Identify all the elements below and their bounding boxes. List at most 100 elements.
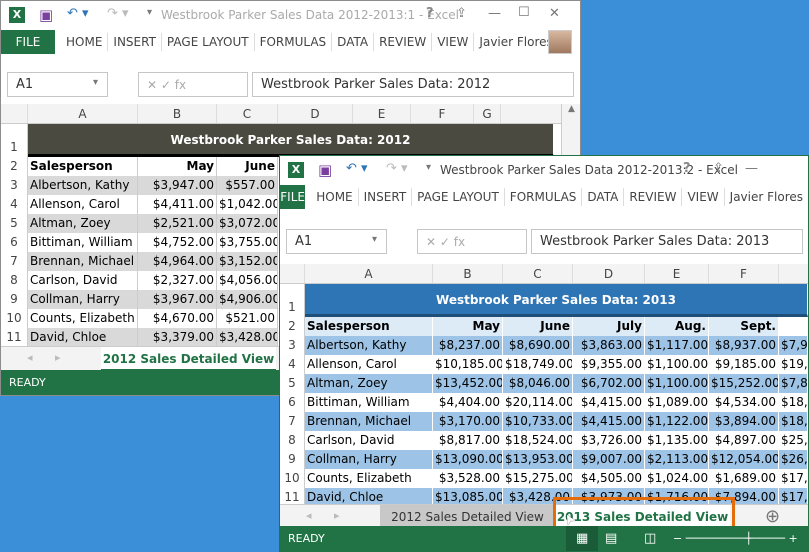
column-label[interactable]: Salesperson: [28, 157, 138, 176]
row-number[interactable]: 6: [280, 393, 305, 412]
cell-value[interactable]: Collman, Harry: [305, 450, 433, 469]
cell-value[interactable]: $13,085.00: [433, 488, 503, 504]
cell-value[interactable]: $10,185.00: [433, 355, 503, 374]
normal-view-icon[interactable]: ▦: [566, 526, 599, 551]
ribbon-tab-page-layout[interactable]: PAGE LAYOUT: [412, 188, 505, 206]
cell-value[interactable]: $1,024.00: [645, 469, 709, 488]
cell-value[interactable]: Altman, Zoey: [305, 374, 433, 393]
cell-value[interactable]: $1,100.00: [645, 355, 709, 374]
ribbon-tab-insert[interactable]: INSERT: [359, 188, 413, 206]
minimize-icon[interactable]: —: [745, 161, 758, 176]
cell-value[interactable]: $8,237.00: [433, 336, 503, 355]
add-sheet-icon[interactable]: ⊕: [765, 506, 780, 527]
row-number[interactable]: 6: [1, 233, 28, 252]
row-number[interactable]: 2: [280, 317, 305, 336]
ribbon-tab-formulas[interactable]: FORMULAS: [505, 188, 583, 206]
cell-value[interactable]: $1,689.00: [709, 469, 779, 488]
ribbon-tab-file[interactable]: FILE: [280, 185, 306, 209]
row-number[interactable]: 4: [280, 355, 305, 374]
save-icon[interactable]: ▣: [318, 161, 332, 179]
cell-value[interactable]: $4,415.00: [573, 393, 645, 412]
cell-value[interactable]: $26,9: [779, 450, 808, 469]
cell-value[interactable]: $557.00: [217, 176, 278, 195]
column-header-F[interactable]: F: [411, 104, 474, 123]
ribbon-tab-review[interactable]: REVIEW: [374, 33, 433, 51]
column-label[interactable]: Aug.: [645, 317, 709, 336]
row-number[interactable]: 2: [1, 157, 28, 176]
cell-value[interactable]: $4,415.00: [573, 412, 645, 431]
cell-value[interactable]: $1,122.00: [645, 412, 709, 431]
row-number[interactable]: 11: [1, 328, 28, 346]
cell-value[interactable]: $8,937.00: [709, 336, 779, 355]
row-number[interactable]: 1: [280, 284, 305, 317]
cell-value[interactable]: $13,953.00: [503, 450, 573, 469]
cell-value[interactable]: $1,135.00: [645, 431, 709, 450]
scroll-right-icon[interactable]: ▸: [55, 351, 61, 364]
ribbon-tab-view[interactable]: VIEW: [682, 188, 725, 206]
cell-value[interactable]: $1,089.00: [645, 393, 709, 412]
cell-value[interactable]: $4,670.00: [138, 309, 217, 328]
ribbon-display-icon[interactable]: ⇪: [713, 161, 724, 176]
cell-value[interactable]: David, Chloe: [28, 328, 138, 346]
cell-value[interactable]: Brennan, Michael: [28, 252, 138, 271]
ribbon-tab-data[interactable]: DATA: [332, 33, 375, 51]
cell-value[interactable]: $18,7: [779, 412, 808, 431]
cell-value[interactable]: $8,046.00: [503, 374, 573, 393]
cell-value[interactable]: $7,8: [779, 374, 808, 393]
cell-value[interactable]: Carlson, David: [28, 271, 138, 290]
cell-value[interactable]: $18,1: [779, 393, 808, 412]
cell-value[interactable]: $3,379.00: [138, 328, 217, 346]
cell-value[interactable]: $2,327.00: [138, 271, 217, 290]
cell-value[interactable]: $3,528.00: [433, 469, 503, 488]
page-layout-icon[interactable]: ▤: [605, 526, 617, 551]
cell-value[interactable]: $2,113.00: [645, 450, 709, 469]
cell-value[interactable]: Albertson, Kathy: [305, 336, 433, 355]
column-label[interactable]: June: [503, 317, 573, 336]
scroll-right-icon[interactable]: ▸: [334, 509, 340, 522]
column-header-D[interactable]: D: [278, 104, 353, 123]
cell-value[interactable]: $15,275.00: [503, 469, 573, 488]
cell-value[interactable]: $19,8: [779, 355, 808, 374]
row-number[interactable]: 8: [1, 271, 28, 290]
cell-value[interactable]: $9,185.00: [709, 355, 779, 374]
select-all-corner[interactable]: [1, 104, 28, 123]
row-number[interactable]: 3: [1, 176, 28, 195]
row-number[interactable]: 10: [280, 469, 305, 488]
cell-value[interactable]: Brennan, Michael: [305, 412, 433, 431]
name-box-dropdown-icon[interactable]: ▾: [93, 77, 98, 88]
user-account-menu[interactable]: Javier Flores: [725, 188, 808, 206]
cell-value[interactable]: $3,072.00: [217, 214, 278, 233]
row-number[interactable]: 5: [1, 214, 28, 233]
ribbon-tab-formulas[interactable]: FORMULAS: [255, 33, 333, 51]
cell-value[interactable]: Altman, Zoey: [28, 214, 138, 233]
cell-value[interactable]: $4,897.00: [709, 431, 779, 450]
cell-value[interactable]: $18,749.00: [503, 355, 573, 374]
column-label[interactable]: July: [573, 317, 645, 336]
cell-value[interactable]: $1,117.00: [645, 336, 709, 355]
cell-value[interactable]: $18,524.00: [503, 431, 573, 450]
cell-value[interactable]: $17,3: [779, 469, 808, 488]
undo-icon[interactable]: ↶ ▾: [67, 6, 89, 21]
cell-value[interactable]: $3,967.00: [138, 290, 217, 309]
cell-value[interactable]: Counts, Elizabeth: [28, 309, 138, 328]
row-number[interactable]: 9: [280, 450, 305, 469]
cell-value[interactable]: $3,428.00: [217, 328, 278, 346]
cell-value[interactable]: $8,690.00: [503, 336, 573, 355]
cell-value[interactable]: $7,9: [779, 336, 808, 355]
cell-value[interactable]: $6,702.00: [573, 374, 645, 393]
ribbon-tab-home[interactable]: HOME: [311, 188, 359, 206]
ribbon-tab-data[interactable]: DATA: [582, 188, 625, 206]
cell-value[interactable]: $3,170.00: [433, 412, 503, 431]
cell-value[interactable]: $1,042.00: [217, 195, 278, 214]
row-number[interactable]: 4: [1, 195, 28, 214]
row-number[interactable]: 1: [1, 124, 28, 157]
cell-value[interactable]: $25,5: [779, 431, 808, 450]
cell-value[interactable]: $20,114.00: [503, 393, 573, 412]
column-header-C[interactable]: C: [503, 264, 573, 283]
cell-value[interactable]: Albertson, Kathy: [28, 176, 138, 195]
cell-value[interactable]: $17,0: [779, 488, 808, 504]
minimize-icon[interactable]: —: [488, 6, 501, 21]
ribbon-tab-page-layout[interactable]: PAGE LAYOUT: [162, 33, 255, 51]
ribbon-tab-home[interactable]: HOME: [61, 33, 109, 51]
column-header-A[interactable]: A: [28, 104, 138, 123]
